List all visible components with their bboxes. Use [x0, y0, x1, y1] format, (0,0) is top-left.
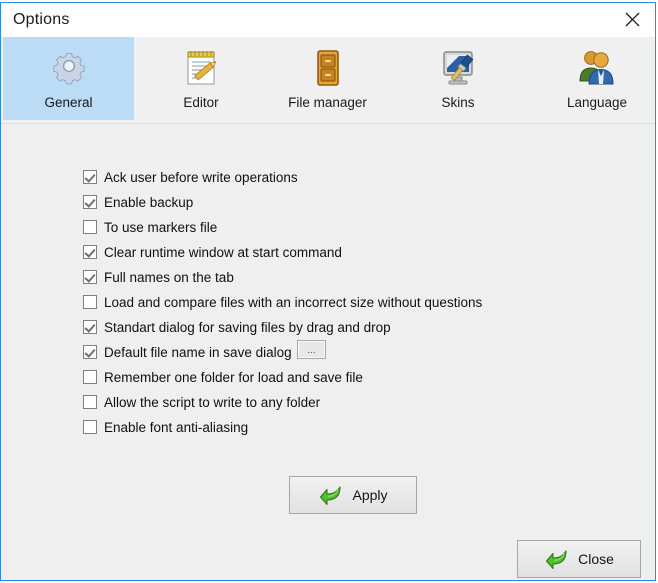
tab-file-manager[interactable]: File manager — [271, 37, 384, 120]
checkbox-allow-script-write[interactable] — [83, 395, 97, 409]
checkbox-label-enable-backup: Enable backup — [104, 194, 194, 210]
checkbox-ack-user[interactable] — [83, 170, 97, 184]
checkbox-row-font-antialiasing[interactable]: Enable font anti-aliasing — [83, 417, 248, 437]
apply-button-label: Apply — [352, 487, 388, 503]
checkbox-row-enable-backup[interactable]: Enable backup — [83, 192, 193, 212]
tab-strip: General Editor File manager Skins Langua… — [1, 37, 655, 124]
tab-general[interactable]: General — [3, 37, 134, 120]
checkbox-standart-dialog[interactable] — [83, 320, 97, 334]
checkbox-clear-runtime[interactable] — [83, 245, 97, 259]
checkbox-label-full-names: Full names on the tab — [104, 269, 234, 285]
checkbox-row-standart-dialog[interactable]: Standart dialog for saving files by drag… — [83, 317, 391, 337]
tab-file-manager-label: File manager — [288, 95, 367, 110]
checkbox-label-ack-user: Ack user before write operations — [104, 169, 298, 185]
tab-editor-label: Editor — [183, 95, 219, 110]
checkbox-row-full-names[interactable]: Full names on the tab — [83, 267, 234, 287]
checkbox-label-standart-dialog: Standart dialog for saving files by drag… — [104, 319, 391, 335]
checkbox-label-allow-script-write: Allow the script to write to any folder — [104, 394, 321, 410]
checkbox-markers-file[interactable] — [83, 220, 97, 234]
monitor-paintbrush-icon — [432, 44, 484, 94]
checkbox-row-default-file-name[interactable]: Default file name in save dialog — [83, 342, 292, 362]
checkbox-label-load-compare: Load and compare files with an incorrect… — [104, 294, 483, 310]
apply-button[interactable]: Apply — [289, 476, 417, 514]
checkbox-row-ack-user[interactable]: Ack user before write operations — [83, 167, 298, 187]
window-title: Options — [13, 11, 70, 28]
green-arrow-icon — [318, 483, 344, 507]
checkbox-label-default-file-name: Default file name in save dialog — [104, 344, 292, 360]
tab-general-label: General — [44, 95, 93, 110]
checkbox-row-load-compare[interactable]: Load and compare files with an incorrect… — [83, 292, 482, 312]
checkbox-row-allow-script-write[interactable]: Allow the script to write to any folder — [83, 392, 320, 412]
close-button[interactable]: Close — [517, 540, 641, 578]
options-dialog: Options General Editor File manager Skin… — [0, 2, 656, 581]
tab-skins-label: Skins — [441, 95, 475, 110]
users-icon — [571, 44, 623, 94]
tab-editor[interactable]: Editor — [164, 37, 238, 120]
checkbox-full-names[interactable] — [83, 270, 97, 284]
checkbox-load-compare[interactable] — [83, 295, 97, 309]
tab-language[interactable]: Language — [546, 37, 648, 120]
checkbox-label-remember-folder: Remember one folder for load and save fi… — [104, 369, 363, 385]
checkbox-remember-folder[interactable] — [83, 370, 97, 384]
gear-icon — [43, 44, 95, 94]
close-x-icon[interactable] — [609, 3, 655, 36]
title-bar: Options — [1, 3, 655, 38]
checkbox-label-clear-runtime: Clear runtime window at start command — [104, 244, 342, 260]
checkbox-default-file-name[interactable] — [83, 345, 97, 359]
close-button-label: Close — [578, 551, 614, 567]
tab-skins[interactable]: Skins — [421, 37, 495, 120]
file-cabinet-icon — [302, 44, 354, 94]
checkbox-label-font-antialiasing: Enable font anti-aliasing — [104, 419, 249, 435]
notepad-pencil-icon — [175, 44, 227, 94]
checkbox-enable-backup[interactable] — [83, 195, 97, 209]
green-arrow-icon — [544, 547, 570, 571]
checkbox-row-markers-file[interactable]: To use markers file — [83, 217, 217, 237]
browse-file-name-button[interactable]: ... — [297, 340, 326, 359]
checkbox-font-antialiasing[interactable] — [83, 420, 97, 434]
tab-language-label: Language — [566, 95, 628, 110]
checkbox-row-clear-runtime[interactable]: Clear runtime window at start command — [83, 242, 342, 262]
checkbox-label-markers-file: To use markers file — [104, 219, 218, 235]
checkbox-row-remember-folder[interactable]: Remember one folder for load and save fi… — [83, 367, 363, 387]
